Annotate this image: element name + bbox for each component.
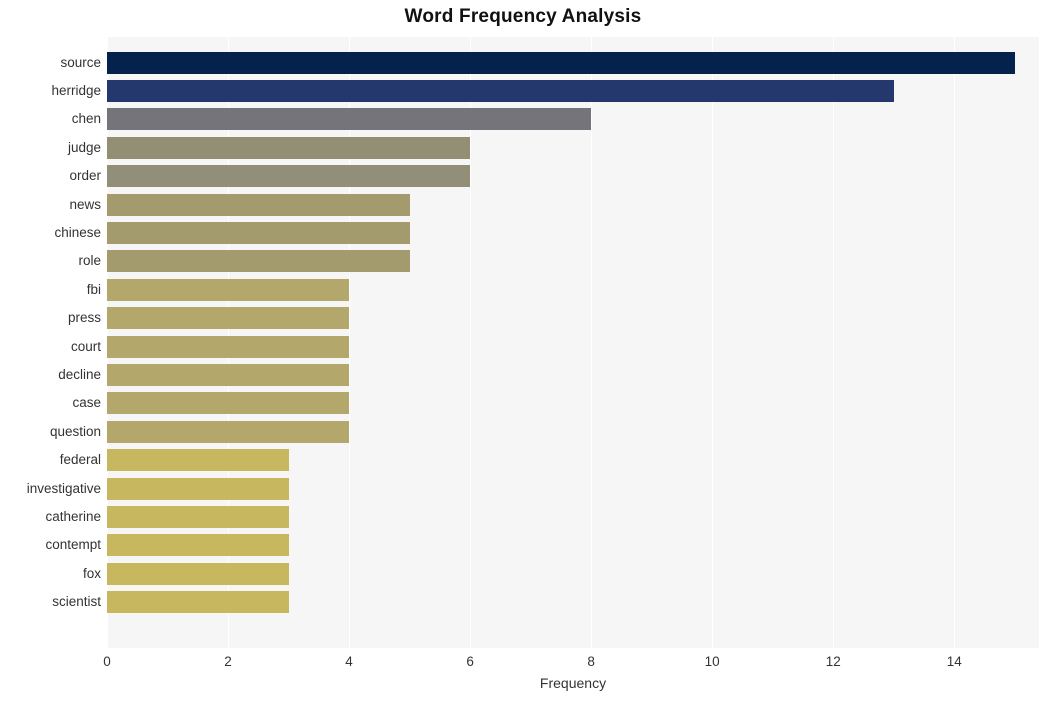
x-tick-label: 2	[224, 654, 232, 669]
bar	[107, 505, 289, 528]
bars-layer	[107, 37, 1039, 648]
bar	[107, 108, 592, 131]
bar	[107, 591, 289, 614]
y-tick-label: herridge	[51, 82, 101, 98]
y-tick-label: case	[72, 395, 101, 411]
y-tick-label: investigative	[26, 480, 101, 496]
y-tick-label: news	[69, 196, 101, 212]
y-tick-label: press	[67, 310, 101, 326]
y-tick-label: question	[49, 423, 101, 439]
x-tick-label: 6	[466, 654, 474, 669]
bar	[107, 420, 350, 443]
bar	[107, 449, 289, 472]
y-tick-label: scientist	[52, 594, 101, 610]
x-tick-label: 10	[704, 654, 720, 669]
bar	[107, 136, 471, 159]
y-axis-labels: source herridge chen judge order news chinese r…	[0, 37, 101, 648]
y-tick-label: chinese	[54, 224, 101, 240]
y-tick-label: fox	[82, 565, 101, 581]
bar	[107, 79, 894, 102]
bar	[107, 392, 350, 415]
x-tick-label: 4	[345, 654, 353, 669]
bar	[107, 477, 289, 500]
y-tick-label: order	[69, 168, 101, 184]
y-tick-label: source	[60, 54, 101, 70]
x-tick-label: 8	[587, 654, 595, 669]
bar	[107, 250, 410, 273]
bar	[107, 363, 350, 386]
chart-title: Word Frequency Analysis	[404, 6, 642, 27]
x-tick-label: 0	[103, 654, 111, 669]
y-tick-label: role	[78, 253, 101, 269]
x-tick-label: 12	[825, 654, 841, 669]
y-tick-label: catherine	[45, 508, 101, 524]
plot-area	[107, 37, 1039, 648]
x-axis-title: Frequency	[539, 675, 607, 691]
x-axis-labels: 0 2 4 6 8 10 12 14	[103, 648, 1039, 678]
y-tick-label: federal	[59, 452, 101, 468]
bar	[107, 278, 350, 301]
bar	[107, 221, 410, 244]
y-tick-label: court	[70, 338, 101, 354]
bar	[107, 193, 410, 216]
y-tick-label: decline	[58, 366, 101, 382]
y-tick-label: fbi	[86, 281, 101, 297]
bar	[107, 165, 471, 188]
word-frequency-chart: Word Frequency Analysis source herridge ch…	[0, 0, 1046, 701]
bar	[107, 51, 1015, 74]
bar	[107, 307, 350, 330]
y-tick-label: contempt	[45, 537, 101, 553]
x-tick-label: 14	[946, 654, 962, 669]
y-tick-label: chen	[71, 111, 101, 127]
bar	[107, 534, 289, 557]
bar	[107, 562, 289, 585]
bar	[107, 335, 350, 358]
y-tick-label: judge	[67, 139, 101, 155]
